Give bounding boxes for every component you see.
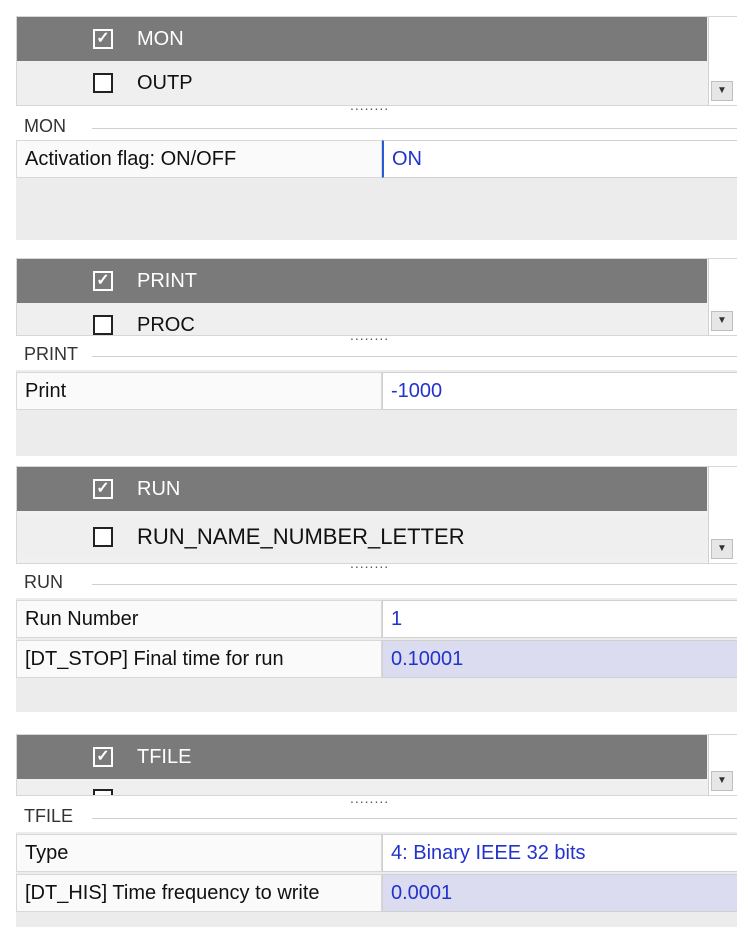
property-row: [DT_HIS] Time frequency to write 0.0001 <box>16 874 737 912</box>
list-item-label: MON <box>137 27 184 50</box>
vertical-scrollbar[interactable]: ▼ <box>708 467 737 563</box>
checkbox-unchecked-icon[interactable] <box>93 789 113 795</box>
keyword-listbox[interactable]: ✓ MON OUTP ▼ <box>16 16 737 106</box>
property-value-input[interactable]: 1 <box>382 600 737 638</box>
scroll-down-icon[interactable]: ▼ <box>711 81 733 101</box>
scroll-down-icon[interactable]: ▼ <box>711 771 733 791</box>
vertical-scrollbar[interactable]: ▼ <box>708 17 737 105</box>
checkbox-checked-icon[interactable]: ✓ <box>93 29 113 49</box>
list-item-label: OUTP <box>137 71 193 94</box>
list-item-label: RUN_NAME_NUMBER_LETTER <box>137 524 465 549</box>
property-row: [DT_STOP] Final time for run 0.10001 <box>16 640 737 678</box>
property-value-input[interactable]: -1000 <box>382 372 737 410</box>
splitter-handle[interactable]: ........ <box>350 97 389 113</box>
property-label: Type <box>16 834 382 872</box>
group-title: MON <box>24 116 72 137</box>
group-title: TFILE <box>24 806 80 827</box>
list-item-run[interactable]: ✓ RUN <box>17 467 707 511</box>
property-row: Run Number 1 <box>16 600 737 638</box>
property-row: Activation flag: ON/OFF ON <box>16 140 737 178</box>
checkbox-checked-icon[interactable]: ✓ <box>93 479 113 499</box>
checkbox-unchecked-icon[interactable] <box>93 315 113 335</box>
checkbox-checked-icon[interactable]: ✓ <box>93 747 113 767</box>
list-item-label: PRINT <box>137 269 197 292</box>
list-item-tfile[interactable]: ✓ TFILE <box>17 735 707 779</box>
group-divider <box>92 818 737 819</box>
property-label: Print <box>16 372 382 410</box>
group-divider <box>92 584 737 585</box>
list-item-print[interactable]: ✓ PRINT <box>17 259 707 303</box>
list-item-run-name-number-letter[interactable]: RUN_NAME_NUMBER_LETTER <box>17 515 707 559</box>
keyword-listbox[interactable]: ✓ TFILE ▼ <box>16 734 737 796</box>
property-grid: Type 4: Binary IEEE 32 bits [DT_HIS] Tim… <box>16 832 737 927</box>
list-item-label: TFILE <box>137 745 192 768</box>
vertical-scrollbar[interactable]: ▼ <box>708 735 737 795</box>
group-title: PRINT <box>24 344 84 365</box>
group-divider <box>92 128 737 129</box>
property-grid: Run Number 1 [DT_STOP] Final time for ru… <box>16 598 737 712</box>
splitter-handle[interactable]: ........ <box>350 555 389 571</box>
property-row: Type 4: Binary IEEE 32 bits <box>16 834 737 872</box>
keyword-listbox[interactable]: ✓ PRINT PROC ▼ <box>16 258 737 336</box>
checkbox-unchecked-icon[interactable] <box>93 527 113 547</box>
list-item-label: PROC <box>137 313 195 336</box>
list-item-label: RUN <box>137 477 181 500</box>
property-value-input[interactable]: 0.10001 <box>382 640 737 678</box>
property-grid: Activation flag: ON/OFF ON <box>16 140 737 240</box>
scroll-down-icon[interactable]: ▼ <box>711 311 733 331</box>
property-label: [DT_HIS] Time frequency to write <box>16 874 382 912</box>
property-label: Activation flag: ON/OFF <box>16 140 382 178</box>
property-grid: Print -1000 <box>16 370 737 456</box>
property-row: Print -1000 <box>16 372 737 410</box>
splitter-handle[interactable]: ........ <box>350 327 389 343</box>
property-label: [DT_STOP] Final time for run <box>16 640 382 678</box>
checkbox-checked-icon[interactable]: ✓ <box>93 271 113 291</box>
list-item-mon[interactable]: ✓ MON <box>17 17 707 61</box>
splitter-handle[interactable]: ........ <box>350 790 389 806</box>
scroll-down-icon[interactable]: ▼ <box>711 539 733 559</box>
property-value-input[interactable]: ON <box>382 140 737 178</box>
checkbox-unchecked-icon[interactable] <box>93 73 113 93</box>
property-value-input[interactable]: 0.0001 <box>382 874 737 912</box>
keyword-listbox[interactable]: ✓ RUN RUN_NAME_NUMBER_LETTER ▼ <box>16 466 737 564</box>
property-label: Run Number <box>16 600 382 638</box>
group-divider <box>92 356 737 357</box>
vertical-scrollbar[interactable]: ▼ <box>708 259 737 335</box>
group-title: RUN <box>24 572 69 593</box>
property-value-input[interactable]: 4: Binary IEEE 32 bits <box>382 834 737 872</box>
